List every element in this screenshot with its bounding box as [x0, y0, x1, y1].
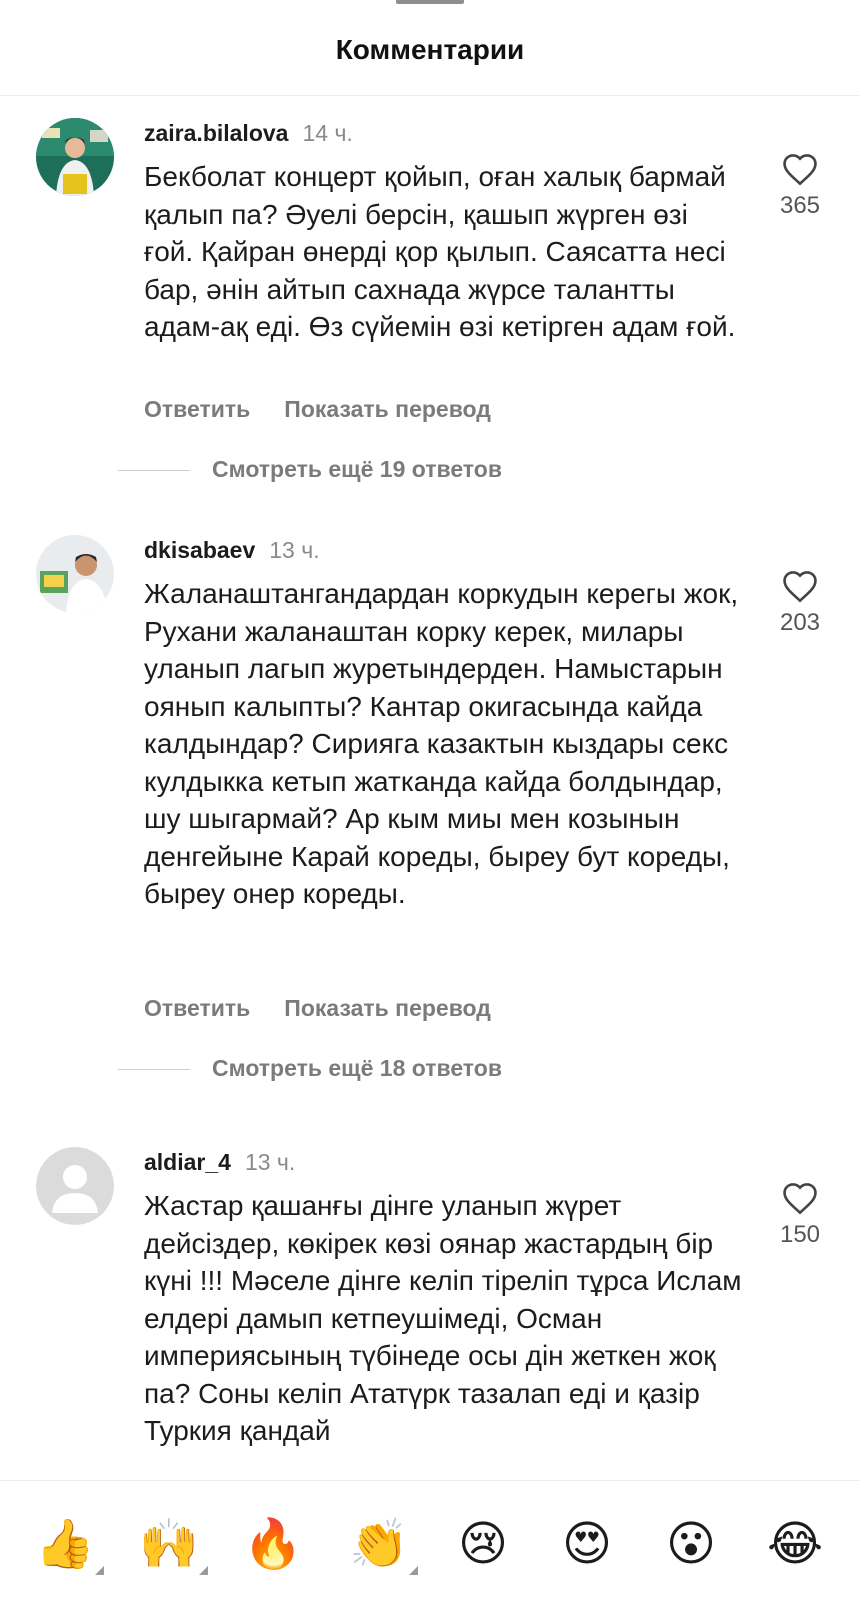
comment-item: aldiar_4 13 ч. Жастар қашанғы дінге уланы…: [0, 1147, 860, 1480]
like-button[interactable]: 203: [770, 569, 830, 637]
thumbs-up-icon[interactable]: 👍: [30, 1509, 104, 1579]
emoji-reaction-bar: 👍 🙌 🔥 👏 😢 😍 😮 😂: [0, 1480, 860, 1600]
view-more-replies-label: Смотреть ещё 18 ответов: [212, 1055, 502, 1081]
avatar[interactable]: [36, 118, 114, 196]
reply-button[interactable]: Ответить: [144, 995, 250, 1021]
view-more-replies[interactable]: Смотреть ещё 19 ответов: [118, 456, 718, 486]
clapping-hands-icon[interactable]: 👏: [344, 1509, 418, 1579]
comment-text: Бекболат концерт қойып, оған халық барма…: [144, 161, 736, 342]
surprised-face-icon[interactable]: 😮: [656, 1509, 726, 1579]
comment-text: Жастар қашанғы дінге уланып жүрет дейсіз…: [144, 1190, 742, 1446]
timestamp: 14 ч.: [302, 120, 353, 146]
divider: [118, 470, 190, 471]
timestamp: 13 ч.: [269, 537, 320, 563]
avatar[interactable]: [36, 535, 114, 613]
show-translation-button[interactable]: Показать перевод: [284, 995, 491, 1021]
reply-button[interactable]: Ответить: [144, 396, 250, 422]
username[interactable]: zaira.bilalova: [144, 120, 288, 146]
like-count: 365: [779, 192, 821, 219]
comment-meta: aldiar_4 13 ч.: [144, 1149, 295, 1176]
fire-icon[interactable]: 🔥: [238, 1509, 308, 1579]
comment-actions: Ответить Показать перевод: [144, 995, 491, 1022]
view-more-replies-label: Смотреть ещё 19 ответов: [212, 456, 502, 482]
page-title: Комментарии: [335, 34, 525, 65]
like-button[interactable]: 150: [770, 1181, 830, 1249]
avatar[interactable]: [36, 1147, 114, 1225]
crying-face-icon[interactable]: 😢: [448, 1509, 518, 1579]
comment-meta: dkisabaev 13 ч.: [144, 537, 320, 564]
default-avatar-icon: [36, 1147, 114, 1225]
heart-icon: [783, 154, 817, 186]
show-translation-button[interactable]: Показать перевод: [284, 396, 491, 422]
like-count: 203: [779, 609, 821, 636]
raising-hands-icon[interactable]: 🙌: [134, 1509, 208, 1579]
tears-of-joy-icon[interactable]: 😂: [760, 1509, 830, 1579]
username[interactable]: aldiar_4: [144, 1149, 231, 1175]
timestamp: 13 ч.: [244, 1149, 296, 1175]
comments-header: Комментарии: [0, 0, 860, 96]
comment-text: Жаланаштангандардан коркудын керегы жок,…: [144, 578, 739, 909]
like-button[interactable]: 365: [770, 152, 830, 220]
comment-actions: Ответить Показать перевод: [144, 396, 491, 423]
divider: [118, 1069, 190, 1070]
username[interactable]: dkisabaev: [144, 537, 255, 563]
view-more-replies[interactable]: Смотреть ещё 18 ответов: [118, 1055, 718, 1085]
heart-icon: [783, 1183, 817, 1215]
like-count: 150: [779, 1221, 821, 1248]
heart-eyes-icon[interactable]: 😍: [552, 1509, 622, 1579]
comment-meta: zaira.bilalova 14 ч.: [144, 120, 353, 147]
heart-icon: [783, 571, 817, 603]
